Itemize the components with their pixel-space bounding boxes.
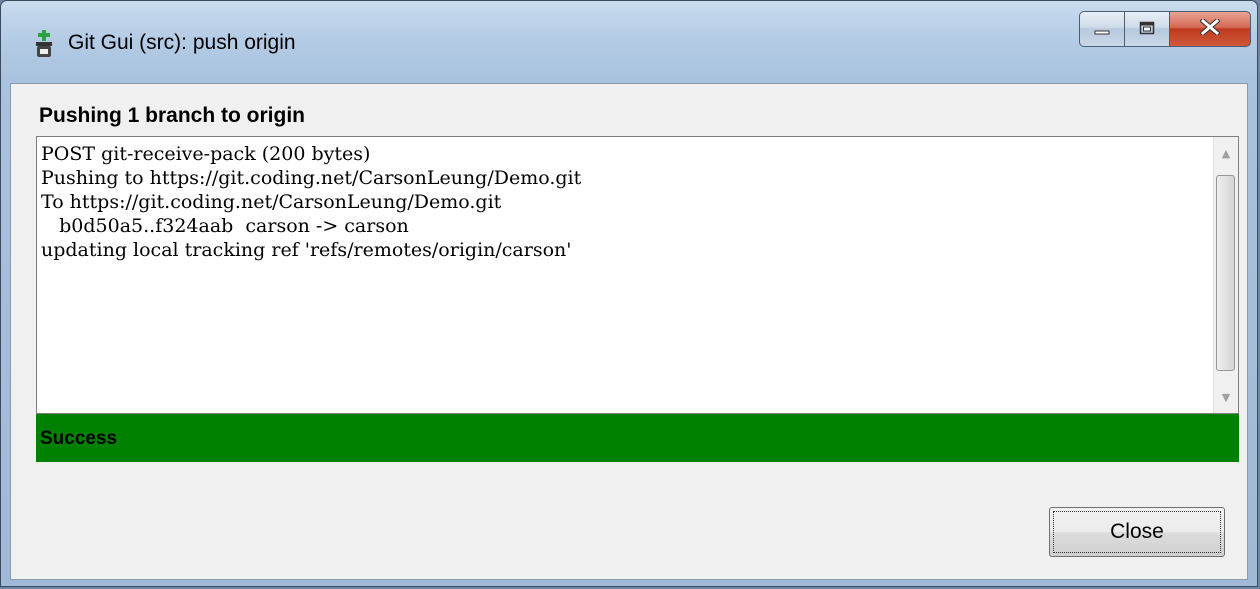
- title-bar[interactable]: Git Gui (src): push origin: [1, 1, 1257, 83]
- minimize-icon: [1094, 20, 1110, 39]
- log-line: POST git-receive-pack (200 bytes): [41, 143, 371, 165]
- log-line: Pushing to https://git.coding.net/Carson…: [41, 167, 582, 189]
- log-text: POST git-receive-pack (200 bytes) Pushin…: [41, 142, 581, 262]
- close-button[interactable]: Close: [1049, 507, 1225, 557]
- maximize-icon: [1139, 20, 1155, 39]
- scroll-up-arrow-icon[interactable]: ▲: [1214, 141, 1238, 165]
- output-log[interactable]: POST git-receive-pack (200 bytes) Pushin…: [36, 136, 1239, 414]
- dialog-heading: Pushing 1 branch to origin: [39, 104, 306, 127]
- log-line: b0d50a5..f324aab carson -> carson: [41, 215, 409, 237]
- git-gui-icon: [34, 30, 54, 58]
- close-icon: [1199, 17, 1221, 39]
- git-gui-window: Git Gui (src): push origin Pushing 1 bra…: [0, 0, 1258, 587]
- status-bar: Success: [36, 414, 1239, 462]
- close-button-label: Close: [1110, 520, 1164, 543]
- close-window-button[interactable]: [1169, 11, 1251, 47]
- minimize-button[interactable]: [1079, 11, 1124, 47]
- log-line: updating local tracking ref 'refs/remote…: [41, 239, 572, 261]
- vertical-scrollbar[interactable]: ▲ ▼: [1213, 137, 1238, 413]
- maximize-button[interactable]: [1124, 11, 1169, 47]
- scroll-down-arrow-icon[interactable]: ▼: [1214, 385, 1238, 409]
- caption-buttons: [1079, 11, 1251, 49]
- status-text: Success: [40, 428, 118, 449]
- scroll-thumb[interactable]: [1216, 175, 1235, 371]
- window-title: Git Gui (src): push origin: [68, 31, 296, 54]
- dialog-client-area: Pushing 1 branch to origin POST git-rece…: [10, 83, 1248, 580]
- log-line: To https://git.coding.net/CarsonLeung/De…: [41, 191, 502, 213]
